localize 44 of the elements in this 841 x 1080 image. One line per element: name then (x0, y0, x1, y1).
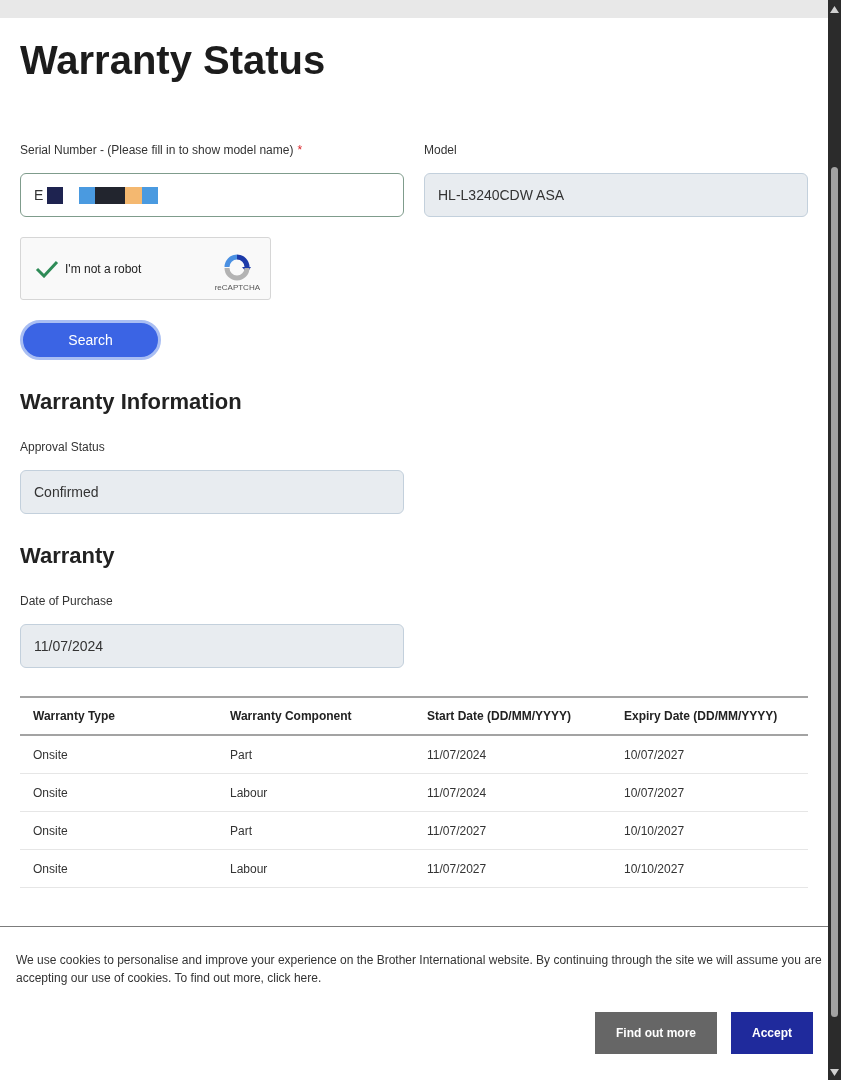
table-cell: Onsite (20, 773, 217, 812)
field-label: Approval Status (20, 440, 105, 454)
find-out-more-button[interactable]: Find out more (595, 1012, 717, 1054)
column-header: Expiry Date (DD/MM/YYYY) (611, 697, 808, 735)
column-header: Start Date (DD/MM/YYYY) (414, 697, 611, 735)
circular-arrows-icon (223, 253, 252, 281)
checkbox-label: I'm not a robot (65, 261, 142, 276)
field-label: Serial Number - (Please fill in to show model name) (20, 143, 294, 157)
accept-button[interactable]: Accept (731, 1012, 813, 1054)
table-cell: Onsite (20, 735, 217, 774)
column-header: Warranty Component (217, 697, 414, 735)
page-title: Warranty Status (20, 38, 326, 82)
table-cell: Labour (217, 849, 414, 888)
table-cell: 10/10/2027 (611, 849, 808, 888)
checkmark-icon[interactable] (35, 259, 59, 278)
table-cell: 11/07/2027 (414, 811, 611, 850)
text-input-field[interactable]: Confirmed (20, 470, 404, 514)
text-input-field[interactable]: 11/07/2024 (20, 624, 404, 668)
scroll-up-arrow-icon[interactable] (830, 6, 839, 13)
table-cell: 11/07/2027 (414, 849, 611, 888)
table-cell: 11/07/2024 (414, 773, 611, 812)
field-label: Model (424, 143, 457, 157)
scroll-down-arrow-icon[interactable] (830, 1069, 839, 1076)
section-heading: Warranty (20, 543, 115, 569)
text-input-field[interactable]: HL-L3240CDW ASA (424, 173, 808, 217)
column-header: Warranty Type (20, 697, 217, 735)
table-cell: 10/07/2027 (611, 735, 808, 774)
scrollbar-thumb[interactable] (831, 167, 838, 1017)
table-cell: Labour (217, 773, 414, 812)
text-input-field[interactable]: E (20, 173, 404, 217)
table-cell: Part (217, 811, 414, 850)
cookie-notice-text: We use cookies to personalise and improve your experience on the Brother International website. By continuing through the site we will assume you are accepting our use of cookies. To find out more, click here. (16, 952, 823, 987)
field-label: Date of Purchase (20, 594, 113, 608)
table-cell: Part (217, 735, 414, 774)
table-cell: Onsite (20, 811, 217, 850)
table-cell: 10/07/2027 (611, 773, 808, 812)
section-heading: Warranty Information (20, 389, 242, 415)
table-cell: 10/10/2027 (611, 811, 808, 850)
scrollbar[interactable] (828, 0, 841, 1080)
table-cell: Onsite (20, 849, 217, 888)
table-cell: 11/07/2024 (414, 735, 611, 774)
captcha-brand-text: reCAPTCHA (214, 283, 260, 292)
required-mark: * (297, 143, 303, 157)
search-button[interactable]: Search (20, 320, 161, 360)
